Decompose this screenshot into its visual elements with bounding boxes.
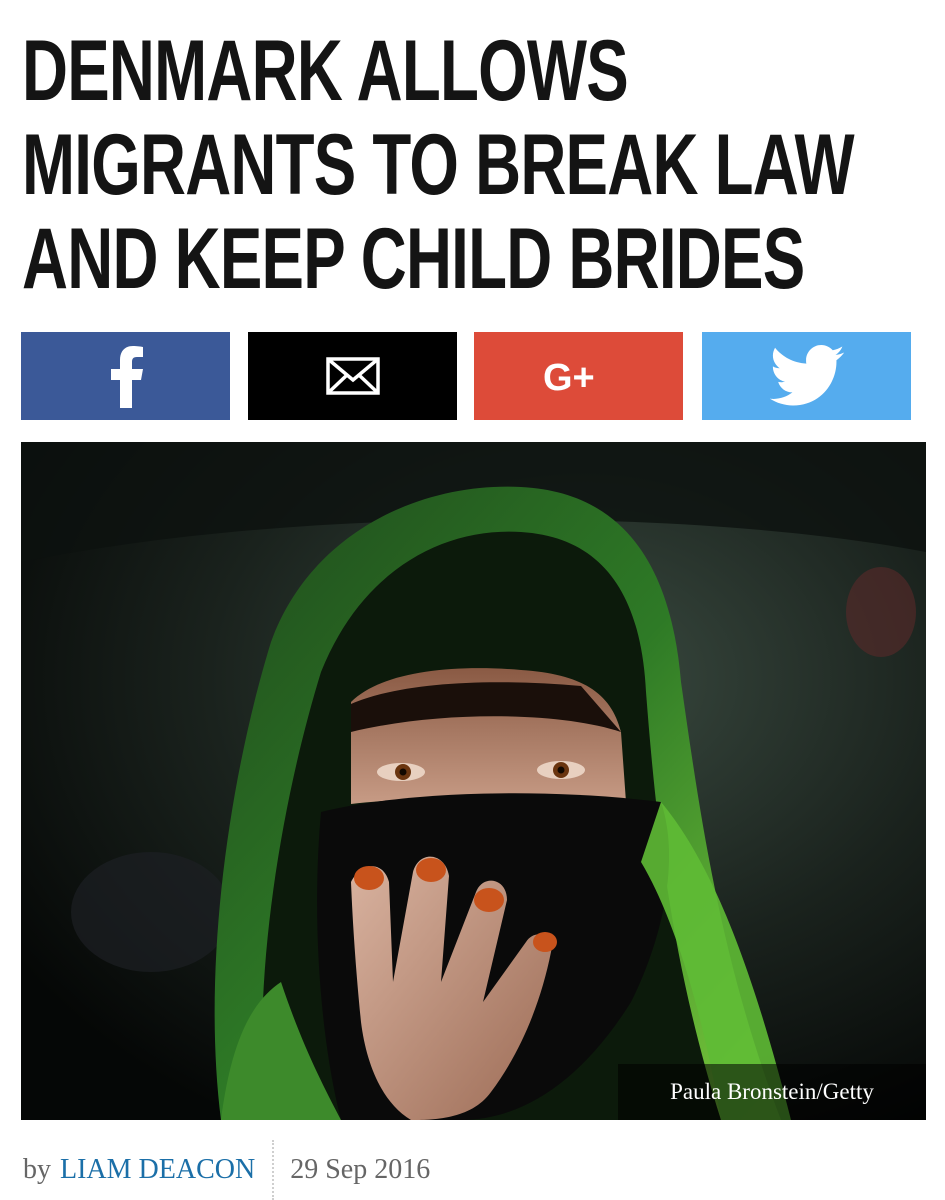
headline-line-2: MIGRANTS TO BREAK LAW bbox=[22, 117, 855, 213]
share-bar: G+ bbox=[21, 332, 911, 420]
twitter-bird-icon bbox=[769, 345, 844, 406]
share-email-button[interactable] bbox=[248, 332, 457, 420]
envelope-icon bbox=[325, 357, 380, 395]
svg-text:G+: G+ bbox=[543, 357, 595, 397]
author-link[interactable]: LIAM DEACON bbox=[60, 1140, 255, 1200]
share-google-plus-button[interactable]: G+ bbox=[474, 332, 683, 420]
byline-prefix: by bbox=[23, 1154, 51, 1185]
photo-credit: Paula Bronstein/Getty bbox=[618, 1064, 926, 1120]
byline-divider bbox=[272, 1140, 275, 1200]
headline-line-3: AND KEEP CHILD BRIDES bbox=[22, 211, 805, 307]
article-photo: Paula Bronstein/Getty bbox=[21, 442, 926, 1120]
article-headline: DENMARK ALLOWS MIGRANTS TO BREAK LAW AND… bbox=[22, 23, 855, 307]
headline-line-1: DENMARK ALLOWS bbox=[22, 23, 629, 119]
facebook-icon bbox=[110, 346, 143, 408]
share-facebook-button[interactable] bbox=[21, 332, 230, 420]
google-plus-icon: G+ bbox=[543, 357, 595, 397]
article-byline: by LIAM DEACON 29 Sep 2016 bbox=[23, 1140, 430, 1200]
publish-date: 29 Sep 2016 bbox=[290, 1154, 431, 1185]
share-twitter-button[interactable] bbox=[702, 332, 911, 420]
portrait-image bbox=[21, 442, 926, 1120]
